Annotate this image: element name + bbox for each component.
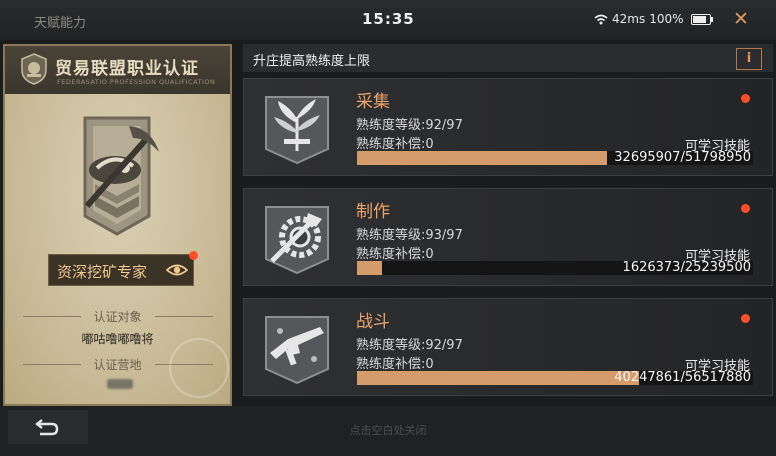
skill-compensation: 熟练度补偿:0	[356, 247, 434, 262]
skill-name: 制作	[356, 202, 390, 222]
combat-icon	[265, 316, 329, 385]
skill-name: 战斗	[356, 312, 390, 332]
status-bar: 天赋能力 15:35 42ms 100% ✕	[0, 0, 776, 40]
panel-title: 升庄提高熟练度上限	[253, 54, 371, 69]
latency-text: 42ms	[612, 12, 646, 26]
seal-stamp	[169, 338, 229, 398]
certificate-card: 贸易联盟职业认证 FEDERASATIO PROFESSION QUALIFIC…	[3, 44, 232, 406]
progress-bar: 1626373/25239500	[357, 260, 753, 275]
certificate-header: 贸易联盟职业认证 FEDERASATIO PROFESSION QUALIFIC…	[5, 46, 230, 94]
notification-dot	[741, 314, 750, 323]
progress-fill	[357, 371, 639, 385]
target-label: 认证对象	[93, 310, 142, 324]
notification-dot	[189, 251, 198, 260]
battery-icon	[690, 13, 713, 25]
skill-row-crafting[interactable]: 制作 熟练度等级:93/97 熟练度补偿:0 可学习技能 1626373/252…	[243, 188, 773, 286]
skill-row-gathering[interactable]: 采集 熟练度等级:92/97 熟练度补偿:0 可学习技能 32695907/51…	[243, 78, 773, 176]
close-hint: 点击空白处关闭	[349, 424, 427, 437]
info-button[interactable]: i	[736, 48, 762, 70]
progress-bar: 40247861/56517880	[357, 370, 753, 385]
close-icon[interactable]: ✕	[733, 8, 749, 30]
progress-bar: 32695907/51798950	[357, 150, 753, 165]
battery-text: 100%	[649, 12, 684, 26]
skill-level: 熟练度等级:92/97	[356, 338, 463, 353]
app-title: 天赋能力	[34, 16, 87, 31]
skill-level: 熟练度等级:92/97	[356, 118, 463, 133]
progress-text: 1626373/25239500	[622, 260, 751, 275]
system-status: 42ms 100%	[594, 12, 713, 26]
crafting-icon	[265, 206, 329, 275]
skill-compensation: 熟练度补偿:0	[356, 137, 434, 152]
rank-button[interactable]: 资深挖矿专家	[48, 251, 198, 286]
clock: 15:35	[362, 10, 415, 28]
certificate-subtitle: FEDERASATIO PROFESSION QUALIFICATION	[57, 78, 216, 86]
skill-level: 熟练度等级:93/97	[356, 228, 463, 243]
guild-logo-icon	[21, 53, 47, 85]
skill-row-combat[interactable]: 战斗 熟练度等级:92/97 熟练度补偿:0 可学习技能 40247861/56…	[243, 298, 773, 396]
pickaxe-badge-icon	[83, 116, 159, 236]
gathering-icon	[265, 96, 329, 165]
notification-dot	[741, 94, 750, 103]
eye-icon[interactable]	[166, 261, 188, 279]
camp-name-redacted	[107, 379, 133, 389]
rank-label: 资深挖矿专家	[57, 263, 148, 281]
skill-name: 采集	[356, 92, 390, 112]
progress-text: 32695907/51798950	[614, 150, 751, 165]
notification-dot	[741, 204, 750, 213]
skill-compensation: 熟练度补偿:0	[356, 357, 434, 372]
progress-fill	[357, 151, 607, 165]
wifi-icon	[594, 14, 608, 24]
progress-text: 40247861/56517880	[614, 370, 751, 385]
certificate-title: 贸易联盟职业认证	[55, 59, 199, 79]
panel-header: 升庄提高熟练度上限 i	[243, 44, 773, 72]
progress-fill	[357, 261, 383, 275]
